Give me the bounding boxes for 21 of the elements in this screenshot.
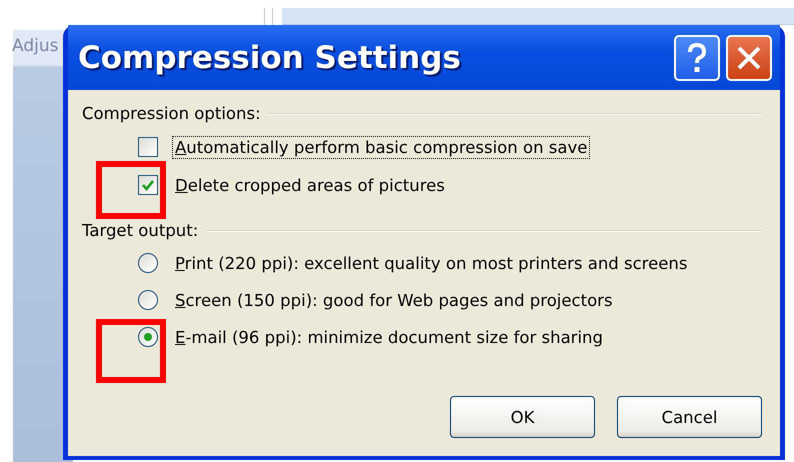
dialog-button[interactable]: OK [450,396,595,438]
close-button[interactable] [726,34,772,80]
radio-button[interactable] [138,253,158,273]
group-label: Target output: [82,221,198,240]
help-button[interactable] [674,34,720,80]
radio-label[interactable]: E-mail (96 ppi): minimize document size for sharing [172,326,606,348]
group-label: Compression options: [82,104,261,123]
checkbox[interactable] [138,137,158,157]
checkbox-label[interactable]: Delete cropped areas of pictures [172,174,448,196]
dialog-button[interactable]: Cancel [617,396,762,438]
checkmark-icon [141,178,155,192]
window-title: Compression Settings [78,40,462,76]
radio-button[interactable] [138,290,158,310]
checkbox-label[interactable]: Automatically perform basic compression on save [172,136,590,158]
radio-label[interactable]: Print (220 ppi): excellent quality on most printers and screens [172,252,690,274]
help-icon [686,42,708,72]
close-icon [736,44,762,70]
radio-label[interactable]: Screen (150 ppi): good for Web pages and projectors [172,288,616,312]
group-label: Adjus [12,36,58,56]
checkbox[interactable] [138,175,158,195]
radio-button[interactable] [138,327,158,347]
